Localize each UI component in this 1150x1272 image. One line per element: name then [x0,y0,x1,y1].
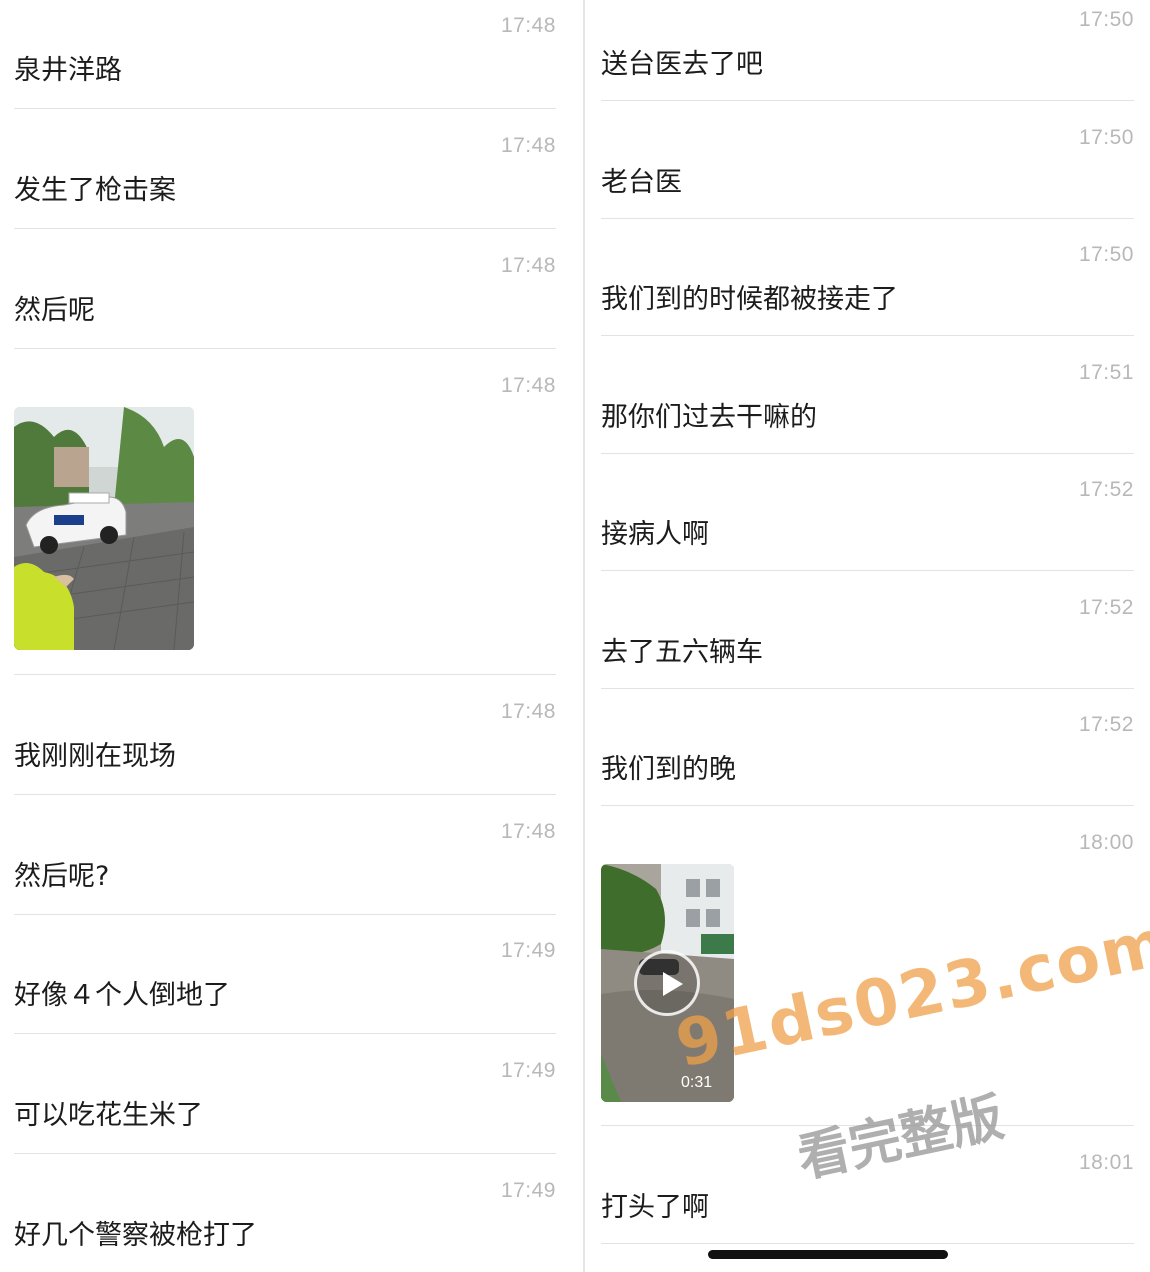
home-indicator[interactable] [708,1250,948,1259]
message-text: 好几个警察被枪打了 [14,1220,257,1251]
message-item[interactable]: 17:50 送台医去了吧 [601,0,1134,101]
message-time: 17:52 [1078,478,1134,501]
message-text: 可以吃花生米了 [14,1100,203,1131]
message-text: 老台医 [601,167,682,198]
message-time: 17:51 [1078,361,1134,384]
message-item[interactable]: 17:48 我刚刚在现场 [14,686,556,795]
message-separator [14,914,556,915]
message-text: 我们到的晚 [601,754,736,785]
photo-thumbnail[interactable] [14,407,194,650]
message-text: 那你们过去干嘛的 [601,402,817,433]
message-separator [14,228,556,229]
message-time: 17:48 [500,820,556,843]
message-time: 18:01 [1078,1151,1134,1174]
message-separator [601,1243,1134,1244]
message-item[interactable]: 17:48 然后呢? [14,806,556,915]
message-text: 接病人啊 [601,519,709,550]
message-separator [601,570,1134,571]
message-time: 17:50 [1078,243,1134,266]
message-time: 17:52 [1078,596,1134,619]
message-text: 送台医去了吧 [601,49,763,80]
message-item[interactable]: 17:49 好像４个人倒地了 [14,925,556,1034]
message-separator [14,794,556,795]
message-time: 17:48 [500,700,556,723]
message-time: 18:00 [1078,831,1134,854]
message-time: 17:49 [500,1059,556,1082]
message-time: 17:48 [500,134,556,157]
message-item[interactable]: 17:48 泉井洋路 [14,0,556,109]
message-separator [601,335,1134,336]
message-time: 17:52 [1078,713,1134,736]
message-separator [14,108,556,109]
message-time: 17:50 [1078,8,1134,31]
message-time: 17:48 [500,254,556,277]
message-time: 17:49 [500,939,556,962]
message-text: 然后呢 [14,295,95,326]
message-item[interactable]: 17:52 我们到的晚 [601,699,1134,806]
message-separator [14,348,556,349]
message-item[interactable]: 17:52 去了五六辆车 [601,582,1134,689]
chat-column-left[interactable]: 17:48 泉井洋路 17:48 发生了枪击案 17:48 然后呢 17:48 [0,0,570,1272]
message-item[interactable]: 17:49 可以吃花生米了 [14,1045,556,1154]
message-text: 我们到的时候都被接走了 [601,284,898,315]
message-text: 我刚刚在现场 [14,741,176,772]
message-separator [601,453,1134,454]
message-item[interactable]: 17:50 老台医 [601,112,1134,219]
message-time: 17:49 [500,1179,556,1202]
message-item[interactable]: 17:51 那你们过去干嘛的 [601,347,1134,454]
message-separator [14,1033,556,1034]
message-text: 好像４个人倒地了 [14,980,230,1011]
message-separator [601,100,1134,101]
message-item[interactable]: 17:52 接病人啊 [601,464,1134,571]
message-item-photo[interactable]: 17:48 [14,360,556,675]
column-divider [583,0,585,1272]
message-text: 泉井洋路 [14,55,122,86]
message-text: 然后呢? [14,861,110,892]
message-separator [601,688,1134,689]
message-text: 打头了啊 [601,1192,709,1223]
message-item[interactable]: 17:49 好几个警察被枪打了 [14,1165,556,1271]
message-separator [601,805,1134,806]
message-item[interactable]: 17:48 发生了枪击案 [14,120,556,229]
message-time: 17:48 [500,374,556,397]
message-time: 17:48 [500,14,556,37]
message-separator [14,674,556,675]
message-item[interactable]: 17:48 然后呢 [14,240,556,349]
message-text: 去了五六辆车 [601,637,763,668]
message-item[interactable]: 17:50 我们到的时候都被接走了 [601,229,1134,336]
chat-column-right[interactable]: 17:50 送台医去了吧 17:50 老台医 17:50 我们到的时候都被接走了… [587,0,1150,1272]
message-separator [14,1153,556,1154]
message-text: 发生了枪击案 [14,175,176,206]
photo-image [14,407,194,650]
message-separator [601,218,1134,219]
message-time: 17:50 [1078,126,1134,149]
